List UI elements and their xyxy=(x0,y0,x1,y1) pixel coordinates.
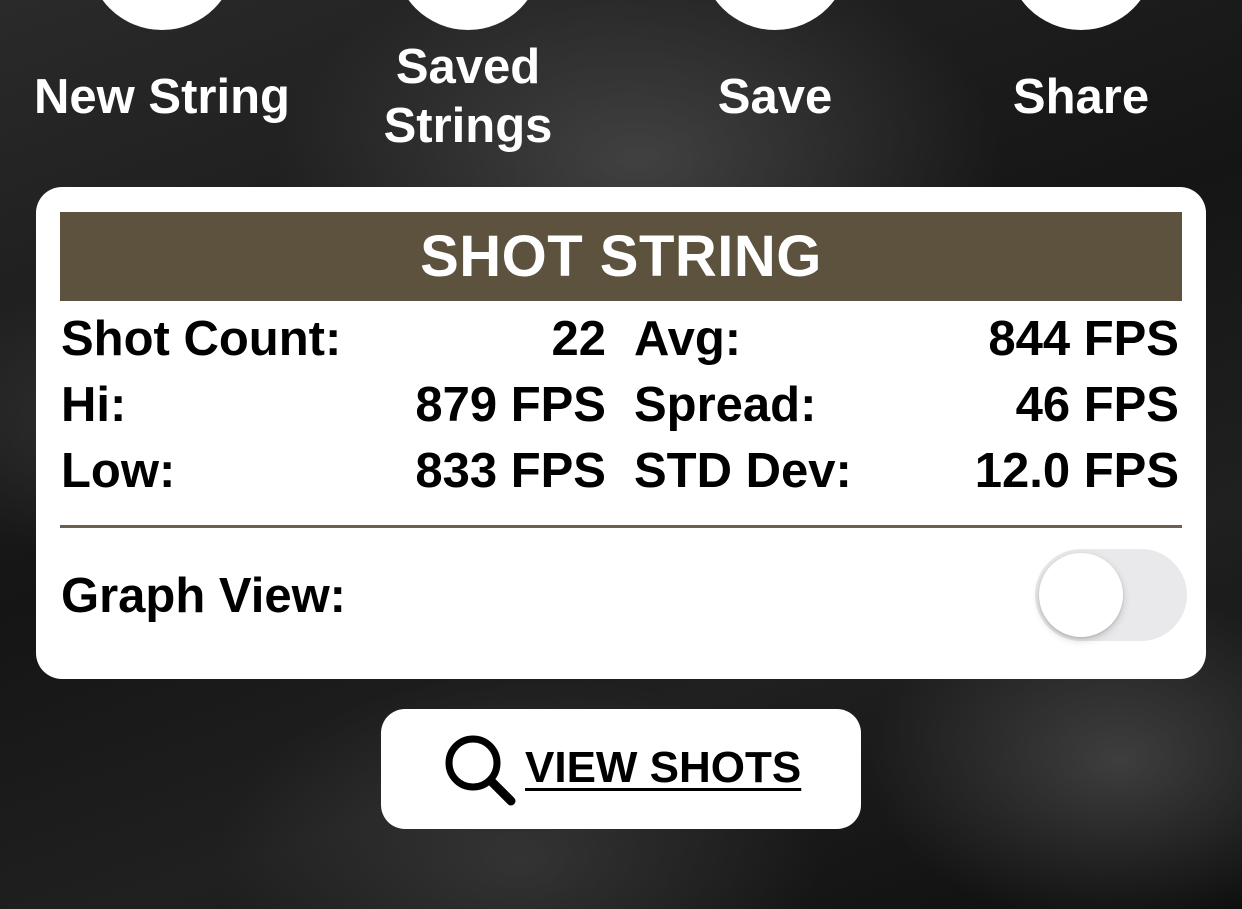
low-value: 833 FPS xyxy=(415,444,606,498)
saved-strings-label[interactable]: Saved Strings xyxy=(318,38,618,156)
action-bar: New String Saved Strings Save Share xyxy=(0,0,1242,170)
shot-string-title: SHOT STRING xyxy=(60,212,1182,301)
hi-label: Hi: xyxy=(61,378,127,432)
graph-view-toggle[interactable] xyxy=(1035,549,1187,641)
std-dev-label: STD Dev: xyxy=(634,444,852,498)
save-label[interactable]: Save xyxy=(625,68,925,127)
share-action[interactable]: Share xyxy=(931,0,1231,170)
share-icon[interactable] xyxy=(1007,0,1155,30)
toggle-knob[interactable] xyxy=(1039,553,1123,637)
search-icon xyxy=(445,735,516,806)
std-dev-row: STD Dev: 12.0 FPS xyxy=(634,438,1179,504)
shot-count-row: Shot Count: 22 xyxy=(61,306,606,372)
view-shots-label[interactable]: VIEW SHOTS xyxy=(525,737,801,799)
shot-count-label: Shot Count: xyxy=(61,312,342,366)
shot-count-value: 22 xyxy=(551,312,606,366)
spread-label: Spread: xyxy=(634,378,817,432)
view-shots-button[interactable]: VIEW SHOTS xyxy=(381,709,861,829)
saved-strings-icon[interactable] xyxy=(394,0,542,30)
avg-row: Avg: 844 FPS xyxy=(634,306,1179,372)
hi-value: 879 FPS xyxy=(415,378,606,432)
low-row: Low: 833 FPS xyxy=(61,438,606,504)
avg-value: 844 FPS xyxy=(988,312,1179,366)
shot-string-card: SHOT STRING Shot Count: 22 Avg: 844 FPS … xyxy=(36,187,1206,679)
save-action[interactable]: Save xyxy=(625,0,925,170)
share-label[interactable]: Share xyxy=(931,68,1231,127)
new-string-label[interactable]: New String xyxy=(12,68,312,127)
avg-label: Avg: xyxy=(634,312,742,366)
app-screen: { "actions": { "new_string": "New String… xyxy=(0,0,1242,909)
graph-view-label: Graph View: xyxy=(61,569,347,623)
saved-strings-action[interactable]: Saved Strings xyxy=(318,0,618,170)
save-icon[interactable] xyxy=(701,0,849,30)
spread-row: Spread: 46 FPS xyxy=(634,372,1179,438)
low-label: Low: xyxy=(61,444,176,498)
new-string-icon[interactable] xyxy=(88,0,236,30)
spread-value: 46 FPS xyxy=(1015,378,1179,432)
new-string-action[interactable]: New String xyxy=(12,0,312,170)
hi-row: Hi: 879 FPS xyxy=(61,372,606,438)
std-dev-value: 12.0 FPS xyxy=(974,444,1179,498)
stats-divider xyxy=(60,525,1182,528)
